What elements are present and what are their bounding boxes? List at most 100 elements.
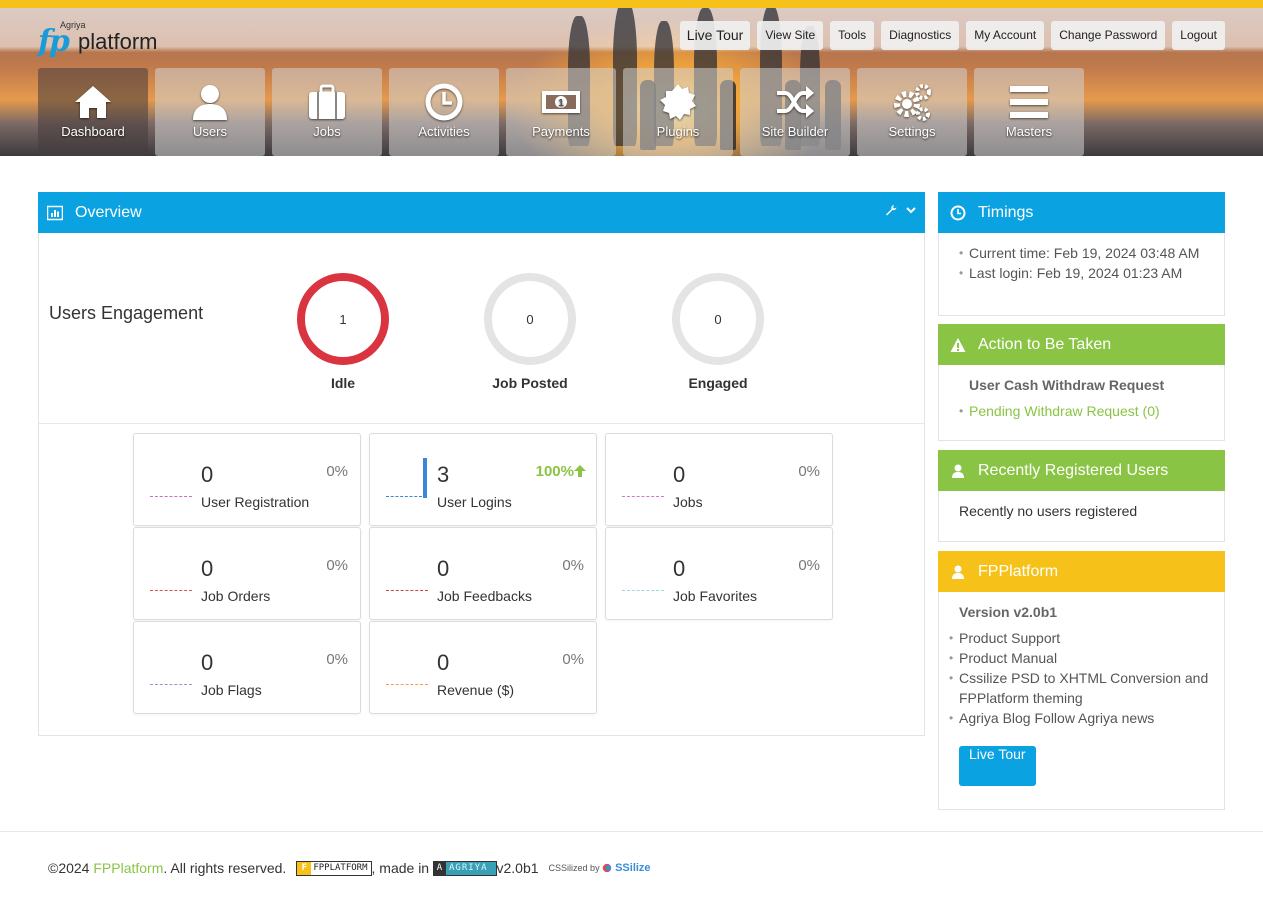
logo-platform: platform xyxy=(78,29,158,54)
ring-engaged-chart: 0 xyxy=(672,273,764,365)
svg-text:1: 1 xyxy=(558,98,564,109)
stat-label: Job Favorites xyxy=(673,588,758,604)
sparkline xyxy=(386,496,422,497)
fpplatform-title: FPPlatform xyxy=(978,562,1059,580)
users-engagement: Users Engagement 1 Idle 0 Job Posted 0 E… xyxy=(39,233,924,424)
footer-version: v2.0b1 xyxy=(496,860,539,876)
nav-payments[interactable]: 1 Payments xyxy=(506,68,616,156)
nav-activities[interactable]: Activities xyxy=(389,68,499,156)
stat-percent: 0% xyxy=(562,651,584,668)
change-password-link[interactable]: Change Password xyxy=(1051,21,1166,50)
nav-site-builder[interactable]: Site Builder xyxy=(740,68,850,156)
tools-link[interactable]: Tools xyxy=(830,21,875,50)
stat-label: Revenue ($) xyxy=(437,682,515,698)
overview-panel: Overview Users Engagement 1 Idle 0 Job P… xyxy=(38,192,925,736)
ring-engaged-label: Engaged xyxy=(688,375,748,391)
live-tour-button[interactable]: Live Tour xyxy=(959,746,1036,786)
action-title: Action to Be Taken xyxy=(978,335,1112,353)
gears-icon xyxy=(894,84,931,121)
stat-value: 3 xyxy=(437,462,450,487)
stat-job-flags: 0 Job Flags 0% xyxy=(133,621,361,714)
action-subtitle: User Cash Withdraw Request xyxy=(969,377,1165,393)
rights-text: . All rights reserved. xyxy=(163,860,287,876)
ring-job-posted-chart: 0 xyxy=(484,273,576,365)
view-site-link[interactable]: View Site xyxy=(757,21,824,50)
sparkline xyxy=(386,684,428,685)
recent-users-empty: Recently no users registered xyxy=(959,503,1138,519)
stat-label: User Registration xyxy=(201,494,310,510)
agriya-blog-link[interactable]: Agriya Blog Follow Agriya news xyxy=(949,708,1212,728)
clock-icon xyxy=(425,83,463,121)
timings-title: Timings xyxy=(978,203,1034,221)
diagnostics-link[interactable]: Diagnostics xyxy=(881,21,960,50)
footer-text: ©2024 FPPlatform. All rights reserved. F… xyxy=(48,860,651,876)
nav-masters-label: Masters xyxy=(1005,124,1053,139)
live-tour-link[interactable]: Live Tour xyxy=(679,21,751,50)
copyright: ©2024 xyxy=(48,860,90,876)
nav-jobs-label: Jobs xyxy=(313,124,341,139)
product-support-link[interactable]: Product Support xyxy=(949,628,1212,648)
stat-value: 0 xyxy=(201,462,214,487)
user-icon xyxy=(950,564,966,580)
my-account-link[interactable]: My Account xyxy=(966,21,1045,50)
user-icon xyxy=(950,463,966,479)
stat-job-orders: 0 Job Orders 0% xyxy=(133,527,361,620)
timings-panel: Timings Current time: Feb 19, 2024 03:48… xyxy=(938,192,1225,316)
sparkline xyxy=(622,496,664,497)
ring-idle-chart: 1 xyxy=(297,273,389,365)
nav-plugins[interactable]: Plugins xyxy=(623,68,733,156)
top-nav: Live Tour View Site Tools Diagnostics My… xyxy=(679,21,1225,50)
stat-user-logins: 3 User Logins 100% xyxy=(369,433,597,526)
pending-withdraw-link[interactable]: Pending Withdraw Request (0) xyxy=(969,403,1160,419)
fpplatform-links: Product Support Product Manual Cssilize … xyxy=(949,628,1212,728)
home-icon xyxy=(75,86,111,118)
stat-jobs: 0 Jobs 0% xyxy=(605,433,833,526)
stat-job-feedbacks: 0 Job Feedbacks 0% xyxy=(369,527,597,620)
sparkline xyxy=(150,684,192,685)
user-icon xyxy=(193,85,227,120)
nav-dashboard[interactable]: Dashboard xyxy=(38,68,148,156)
clock-icon xyxy=(950,205,966,221)
shuffle-icon xyxy=(777,86,814,118)
logout-link[interactable]: Logout xyxy=(1172,21,1225,50)
product-manual-link[interactable]: Product Manual xyxy=(949,648,1212,668)
sparkline-bar xyxy=(423,458,427,498)
fpplatform-badge[interactable]: F FPPLATFORM xyxy=(296,860,372,876)
stat-label: User Logins xyxy=(437,494,512,510)
money-icon: 1 xyxy=(542,91,580,113)
stat-value: 0 xyxy=(673,556,686,581)
bar-chart-icon xyxy=(47,205,63,221)
cssilize-credit[interactable]: CSSilized by SSilize xyxy=(549,862,651,874)
cssilize-link[interactable]: Cssilize PSD to XHTML Conversion and FPP… xyxy=(949,668,1212,708)
current-time: Current time: Feb 19, 2024 03:48 AM xyxy=(959,243,1212,263)
recent-users-header: Recently Registered Users xyxy=(938,450,1225,491)
nav-settings[interactable]: Settings xyxy=(857,68,967,156)
footer-brand-link[interactable]: FPPlatform xyxy=(93,860,163,876)
stat-job-favorites: 0 Job Favorites 0% xyxy=(605,527,833,620)
plugin-badge-icon xyxy=(660,84,696,120)
last-login: Last login: Feb 19, 2024 01:23 AM xyxy=(959,263,1212,283)
ring-job-posted: 0 Job Posted xyxy=(470,273,590,391)
stat-percent: 0% xyxy=(326,651,348,668)
nav-payments-label: Payments xyxy=(532,124,590,139)
ring-engaged: 0 Engaged xyxy=(658,273,778,391)
overview-header: Overview xyxy=(38,192,925,233)
cssilize-text: SSilize xyxy=(615,862,651,874)
stat-value: 0 xyxy=(673,462,686,487)
stat-label: Job Feedbacks xyxy=(437,588,532,604)
main-nav: Dashboard Users Jobs Activities 1 Paymen… xyxy=(38,68,1084,156)
chevron-down-icon[interactable] xyxy=(905,204,917,216)
version-text: Version v2.0b1 xyxy=(959,604,1058,620)
recent-users-title: Recently Registered Users xyxy=(978,461,1169,479)
stat-label: Jobs xyxy=(673,494,703,510)
sparkline xyxy=(386,590,428,591)
nav-masters[interactable]: Masters xyxy=(974,68,1084,156)
stat-label: Job Orders xyxy=(201,588,271,604)
stat-value: 0 xyxy=(201,650,214,675)
nav-users[interactable]: Users xyxy=(155,68,265,156)
stat-percent: 0% xyxy=(562,557,584,574)
agriya-badge[interactable]: A AGRIYA xyxy=(432,860,497,876)
wrench-icon[interactable] xyxy=(885,204,897,216)
ring-idle: 1 Idle xyxy=(283,273,403,391)
nav-jobs[interactable]: Jobs xyxy=(272,68,382,156)
